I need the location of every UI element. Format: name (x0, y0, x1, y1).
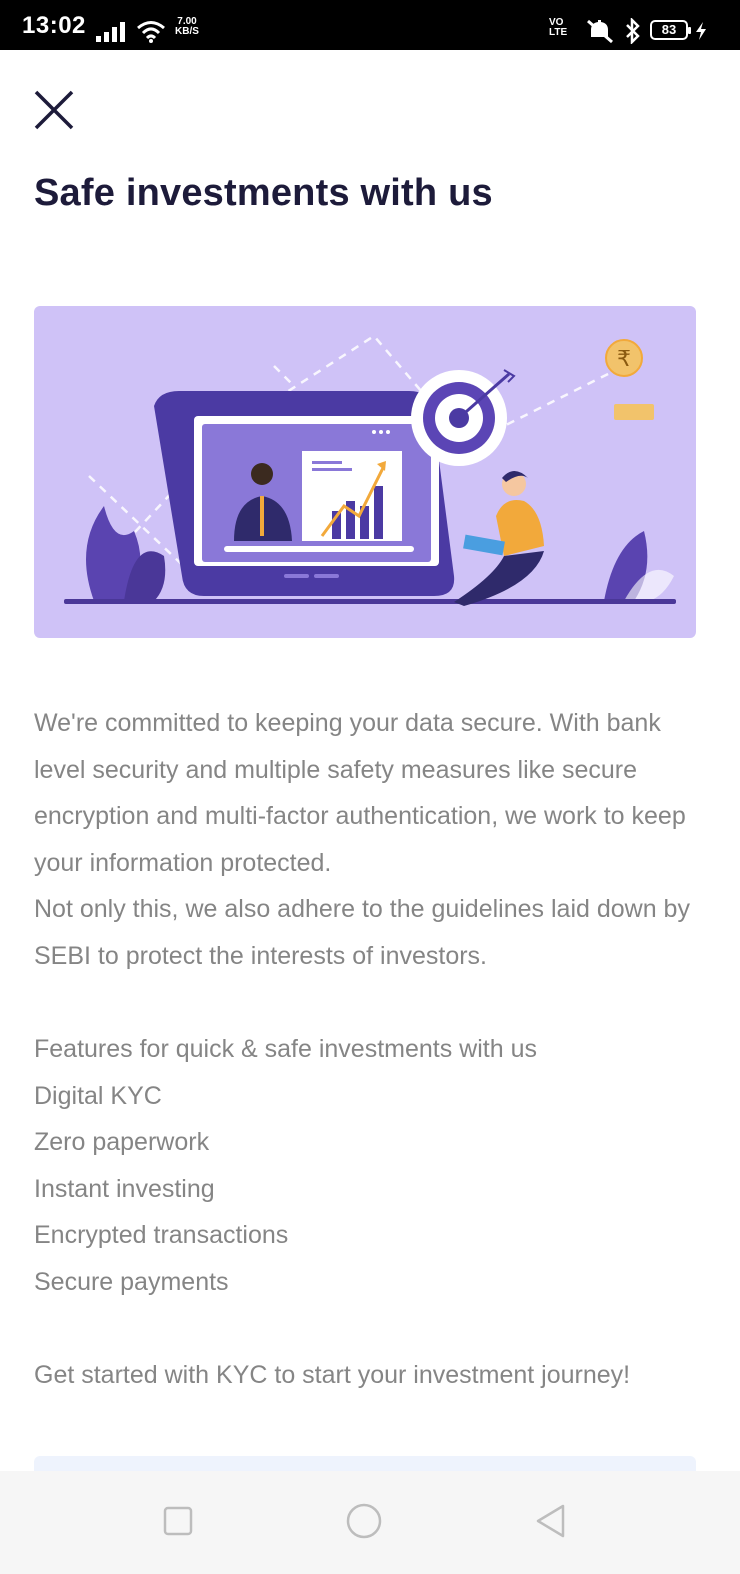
recents-icon[interactable] (158, 1501, 198, 1541)
bluetooth-icon (626, 18, 640, 44)
volte-icon: VO LTE (549, 18, 567, 38)
content-body: We're committed to keeping your data sec… (34, 700, 694, 1399)
net-speed-unit: KB/S (175, 26, 199, 37)
system-nav-bar (0, 1471, 740, 1574)
feature-item: Instant investing (34, 1174, 215, 1203)
feature-item: Secure payments (34, 1267, 229, 1296)
features-heading: Features for quick & safe investments wi… (34, 1035, 537, 1063)
page-title: Safe investments with us (34, 172, 493, 214)
charging-icon (696, 22, 706, 40)
volte-bottom: LTE (549, 27, 568, 38)
feature-item: Encrypted transactions (34, 1221, 289, 1249)
status-time: 13:02 (22, 12, 86, 39)
feature-item: Zero paperwork (34, 1128, 210, 1156)
home-icon[interactable] (344, 1501, 384, 1541)
back-icon[interactable] (530, 1501, 570, 1541)
closing-text: Get started with KYC to start your inves… (34, 1361, 631, 1389)
rupee-symbol: ₹ (617, 347, 631, 372)
net-speed: 7.00 KB/S (172, 17, 202, 37)
feature-item: Digital KYC (34, 1081, 162, 1110)
signal-icon (96, 22, 125, 42)
wifi-icon (137, 21, 165, 43)
close-icon[interactable] (28, 84, 80, 136)
investment-illustration: ₹ (64, 334, 676, 606)
sebi-paragraph: Not only this, we also adhere to the gui… (34, 895, 690, 970)
security-paragraph: We're committed to keeping your data sec… (34, 709, 686, 877)
battery-level: 83 (661, 22, 677, 37)
battery-icon: 83 (650, 20, 691, 40)
mute-icon (587, 19, 613, 44)
hero-illustration: ₹ (34, 306, 696, 638)
status-bar: 13:02 7.00 KB/S VO LTE 83 (0, 0, 740, 50)
